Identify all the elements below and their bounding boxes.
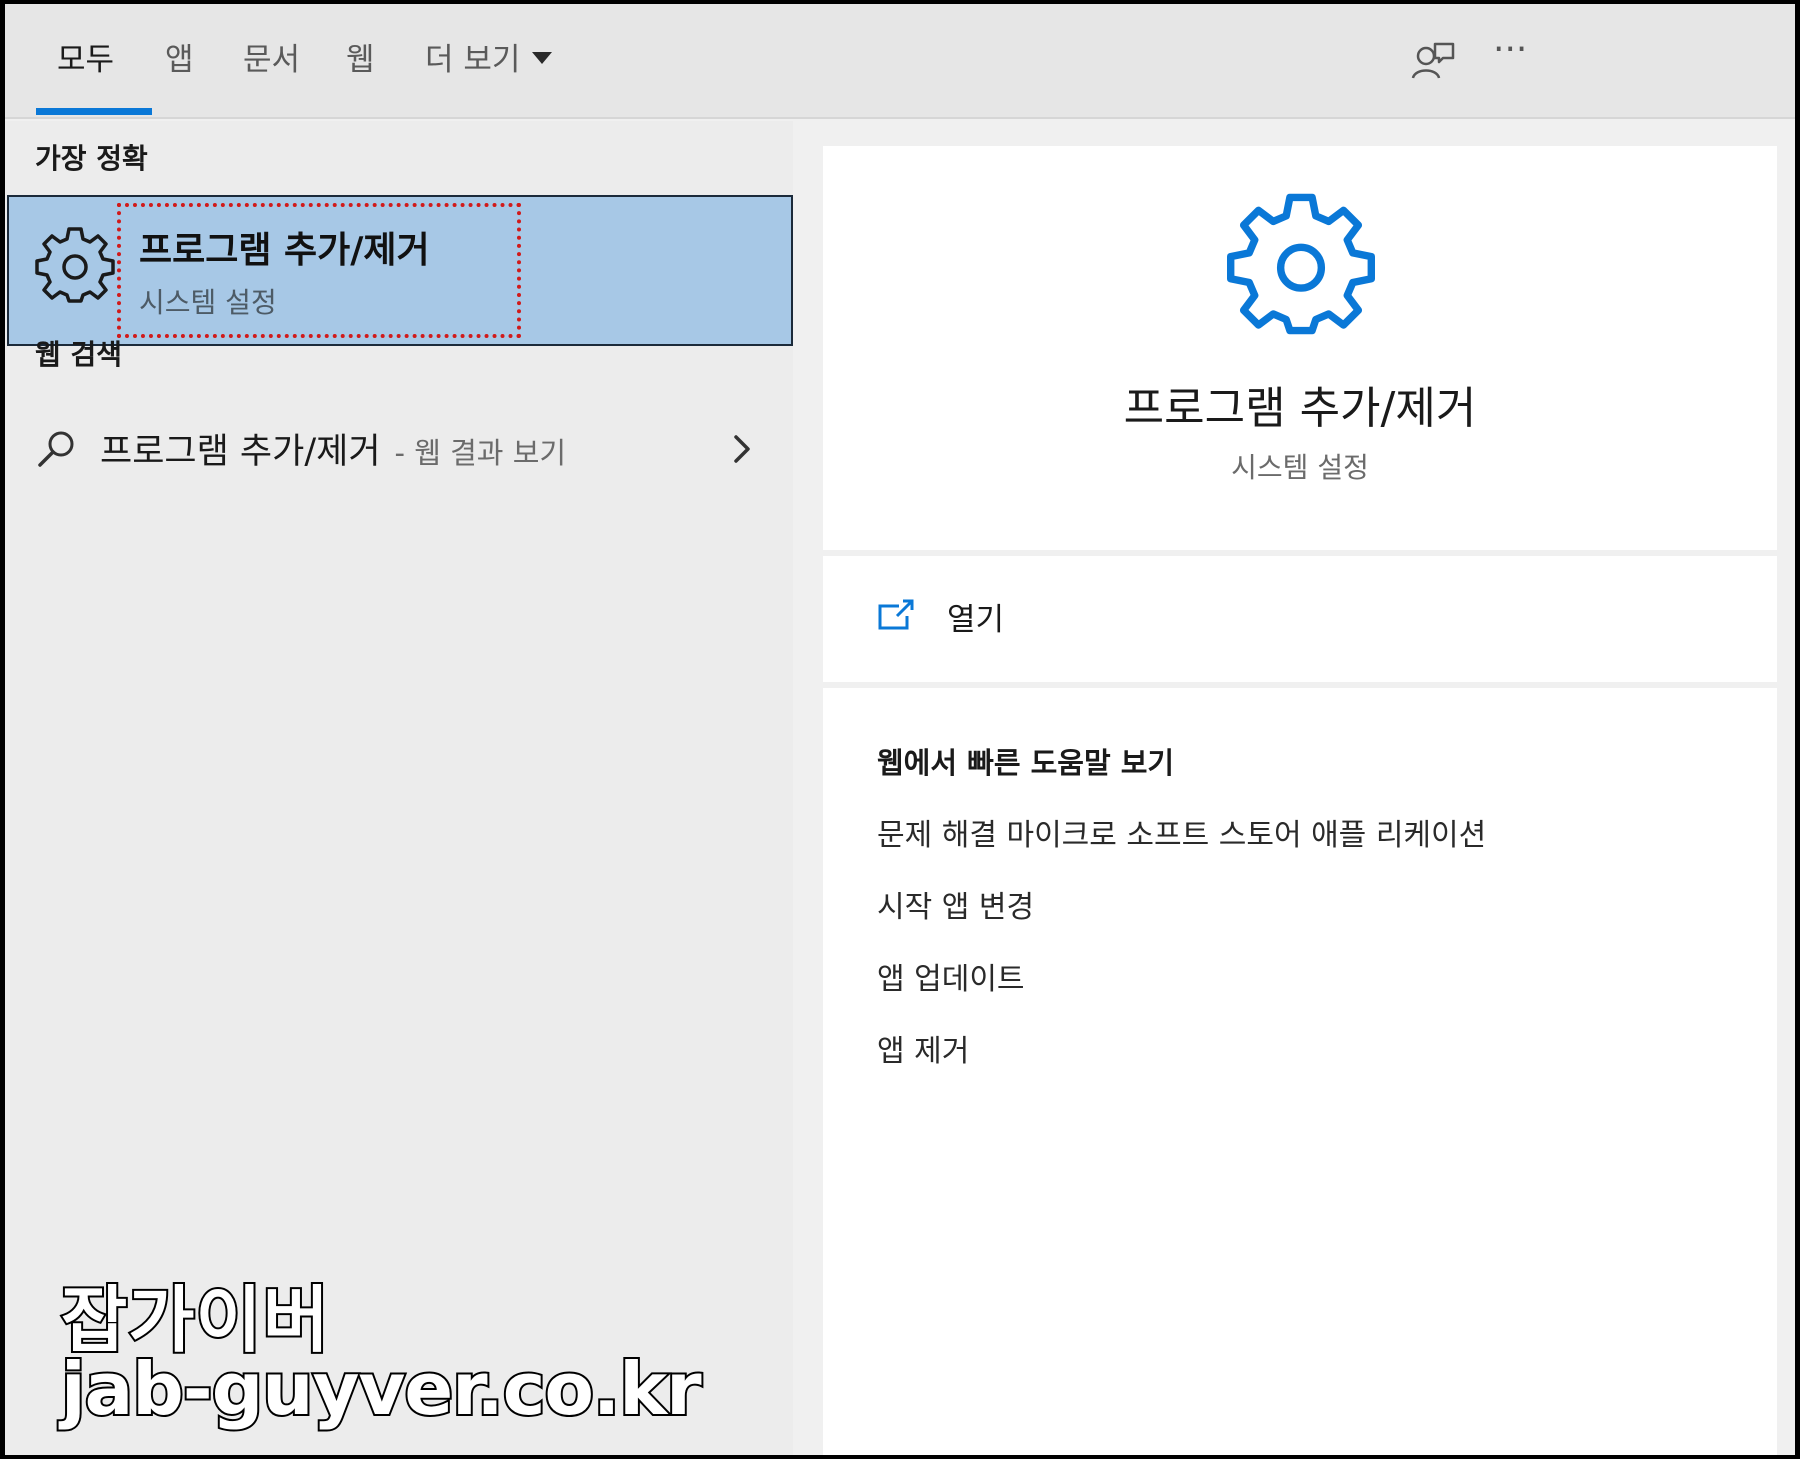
best-match-item[interactable]: 프로그램 추가/제거 시스템 설정 [7,195,793,346]
divider [823,682,1777,688]
web-search-heading: 웹 검색 [35,338,123,371]
preview-panel: 프로그램 추가/제거 시스템 설정 열기 웹에서 빠른 도움말 보기 문제 해결… [823,146,1777,1455]
tab-all[interactable]: 모두 [57,38,114,82]
web-result-suffix: - 웹 결과 보기 [394,436,567,470]
best-match-heading: 가장 정확 [35,142,148,175]
highlight-box [117,203,521,338]
more-options-icon[interactable]: ··· [1493,28,1527,72]
preview-title: 프로그램 추가/제거 [1123,383,1477,434]
web-result-query: 프로그램 추가/제거 [100,432,381,472]
divider [823,550,1777,556]
tab-apps[interactable]: 앱 [165,38,194,82]
tab-documents[interactable]: 문서 [243,38,300,82]
search-icon [38,431,74,467]
results-panel: 가장 정확 프로그램 추가/제거 시스템 설정 웹 검색 프로그램 추가/제거 -… [5,121,793,1455]
open-label: 열기 [947,602,1005,638]
caret-down-icon [532,51,553,64]
help-link[interactable]: 시작 앱 변경 [877,882,1034,926]
open-action[interactable]: 열기 [823,566,1777,676]
web-search-result[interactable]: 프로그램 추가/제거 - 웹 결과 보기 [5,421,793,481]
preview-subtitle: 시스템 설정 [1231,451,1369,484]
chevron-right-icon[interactable] [727,427,757,471]
help-heading: 웹에서 빠른 도움말 보기 [877,746,1175,780]
search-window: 모두 앱 문서 웹 더 보기 ··· 가장 정확 프로그램 추가/제거 시스템 … [5,4,1795,1455]
help-link[interactable]: 앱 제거 [877,1026,969,1070]
feedback-person-icon[interactable] [1409,38,1457,86]
tab-more[interactable]: 더 보기 [425,38,553,82]
tab-web[interactable]: 웹 [346,38,375,82]
web-result-text: 프로그램 추가/제거 - 웹 결과 보기 [100,423,566,474]
tab-more-label: 더 보기 [425,42,521,78]
help-link[interactable]: 문제 해결 마이크로 소프트 스토어 애플 리케이션 [877,810,1486,854]
watermark-url: jab-guyver.co.kr [59,1345,704,1433]
gear-icon [35,227,115,303]
gear-icon [1227,193,1375,335]
filter-tab-bar: 모두 앱 문서 웹 더 보기 ··· [5,4,1795,119]
active-tab-indicator [36,108,152,115]
open-external-icon [878,599,914,630]
help-link[interactable]: 앱 업데이트 [877,954,1025,998]
